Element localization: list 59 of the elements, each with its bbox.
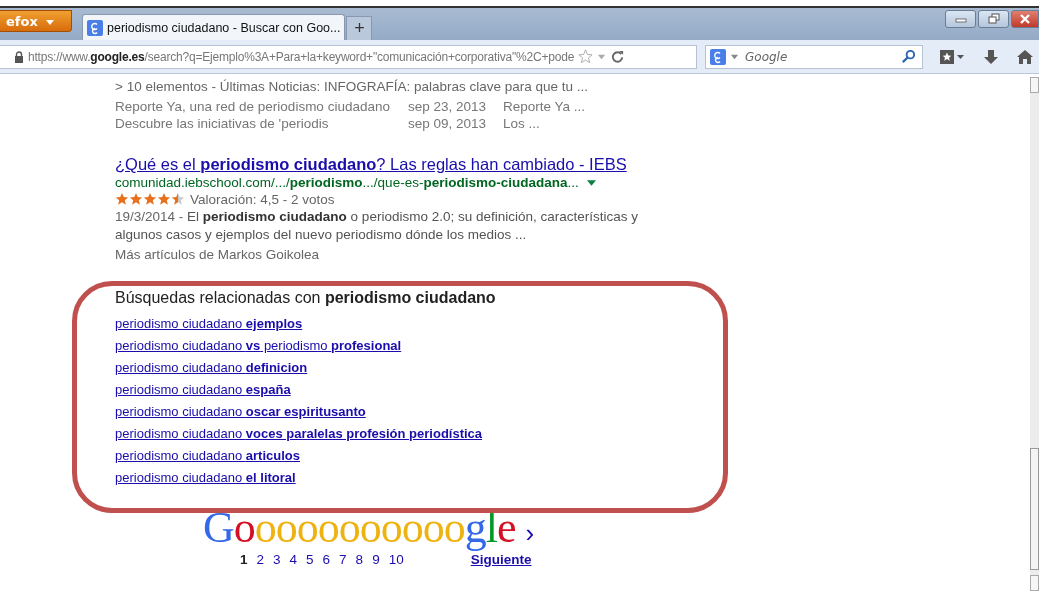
related-search-link[interactable]: periodismo ciudadano ejemplos <box>115 313 303 335</box>
next-page-link[interactable]: Siguiente <box>470 552 532 567</box>
reload-icon[interactable] <box>610 49 626 64</box>
scrollbar[interactable] <box>1030 77 1039 591</box>
sitelinks-summary: > 10 elementos - Últimas Noticias: INFOGRAFÍA: palabras clave para que tu ... <box>115 79 590 94</box>
favicon-icon <box>87 19 103 36</box>
search-field[interactable]: Google <box>743 48 897 65</box>
related-search-link[interactable]: periodismo ciudadano oscar espiritusanto <box>115 401 366 423</box>
dropdown-icon[interactable] <box>586 179 596 186</box>
page-link[interactable]: 1 <box>240 552 248 567</box>
page-link[interactable]: 3 <box>273 552 281 567</box>
home-icon[interactable] <box>1017 48 1033 65</box>
rating-text: Valoración: 4,5 - 2 votos <box>190 191 335 207</box>
search-icon[interactable] <box>901 49 916 64</box>
sitelink-snippet: Los ... <box>503 115 540 132</box>
page-link[interactable]: 9 <box>372 552 380 567</box>
close-button[interactable] <box>1011 10 1039 28</box>
sitelink-title[interactable]: Reporte Ya, una red de periodismo ciudadano <box>115 98 408 115</box>
related-search-link[interactable]: periodismo ciudadano articulos <box>115 445 300 467</box>
bookmarks-icon[interactable] <box>939 48 965 65</box>
page-link[interactable]: 4 <box>289 552 298 567</box>
page-link[interactable]: 5 <box>306 552 314 567</box>
close-icon <box>1019 13 1031 25</box>
sitelink-date: sep 23, 2013 <box>408 98 488 115</box>
result-title-link[interactable]: ¿Qué es el periodismo ciudadano? Las reglas han cambiado - IEBS <box>115 155 627 174</box>
related-search-link[interactable]: periodismo ciudadano definicion <box>115 357 308 379</box>
more-articles-link[interactable]: Más artículos de Markos Goikolea <box>115 246 1030 264</box>
star-icon[interactable] <box>578 49 594 64</box>
caret-icon <box>46 19 55 25</box>
sitelink-date: sep 09, 2013 <box>408 115 488 132</box>
page-link[interactable]: 7 <box>339 552 347 567</box>
page-link[interactable]: 10 <box>388 552 404 567</box>
next-arrow[interactable]: › <box>525 518 535 549</box>
related-search-link[interactable]: periodismo ciudadano vs periodismo profesional <box>115 335 402 357</box>
search-engine-icon[interactable] <box>710 48 726 65</box>
result-url: comunidad.iebschool.com/.../periodismo.../que-es-periodismo-ciudadana... <box>115 175 579 190</box>
sitelink-title[interactable]: Descubre las iniciativas de 'periodis <box>115 115 408 132</box>
related-search-link[interactable]: periodismo ciudadano el litoral <box>115 467 296 489</box>
lock-icon <box>14 50 24 63</box>
page-link[interactable]: 6 <box>322 552 331 567</box>
dropdown-icon[interactable] <box>730 52 739 61</box>
minimize-button[interactable] <box>945 10 976 28</box>
browser-tab[interactable]: periodismo ciudadano - Buscar con Goo... <box>82 14 346 40</box>
restore-icon <box>987 13 1000 25</box>
result-snippet: 19/3/2014 - El periodismo ciudadano o periodismo 2.0; su definición, características y algunos casos y ejemplos del nuevo periodismo dónde los medios ... <box>115 208 639 244</box>
search-bar[interactable]: Google <box>705 44 923 69</box>
page-link[interactable]: 2 <box>256 552 265 567</box>
related-search-link[interactable]: periodismo ciudadano voces paralelas profesión periodística <box>115 423 483 445</box>
related-searches-heading: Búsquedas relacionadas con periodismo ciudadano <box>115 288 497 308</box>
address-bar[interactable]: https://www.google.es/search?q=Ejemplo%3A+Para+la+keyword+"comunicación+corporativa"%2C+pode <box>0 44 697 69</box>
restore-button[interactable] <box>978 10 1009 28</box>
page-link[interactable]: 8 <box>355 552 364 567</box>
sitelink-snippet: Reporte Ya ... <box>503 98 586 115</box>
download-icon[interactable] <box>983 48 999 65</box>
related-search-link[interactable]: periodismo ciudadano españa <box>115 379 291 401</box>
new-tab-button[interactable]: + <box>346 16 373 40</box>
minimize-icon <box>954 15 967 23</box>
url-text: https://www.google.es/search?q=Ejemplo%3A+Para+la+keyword+"comunicación+corporativa"%2C+pode <box>28 49 575 64</box>
tab-title: periodismo ciudadano - Buscar con Goo... <box>107 20 341 35</box>
